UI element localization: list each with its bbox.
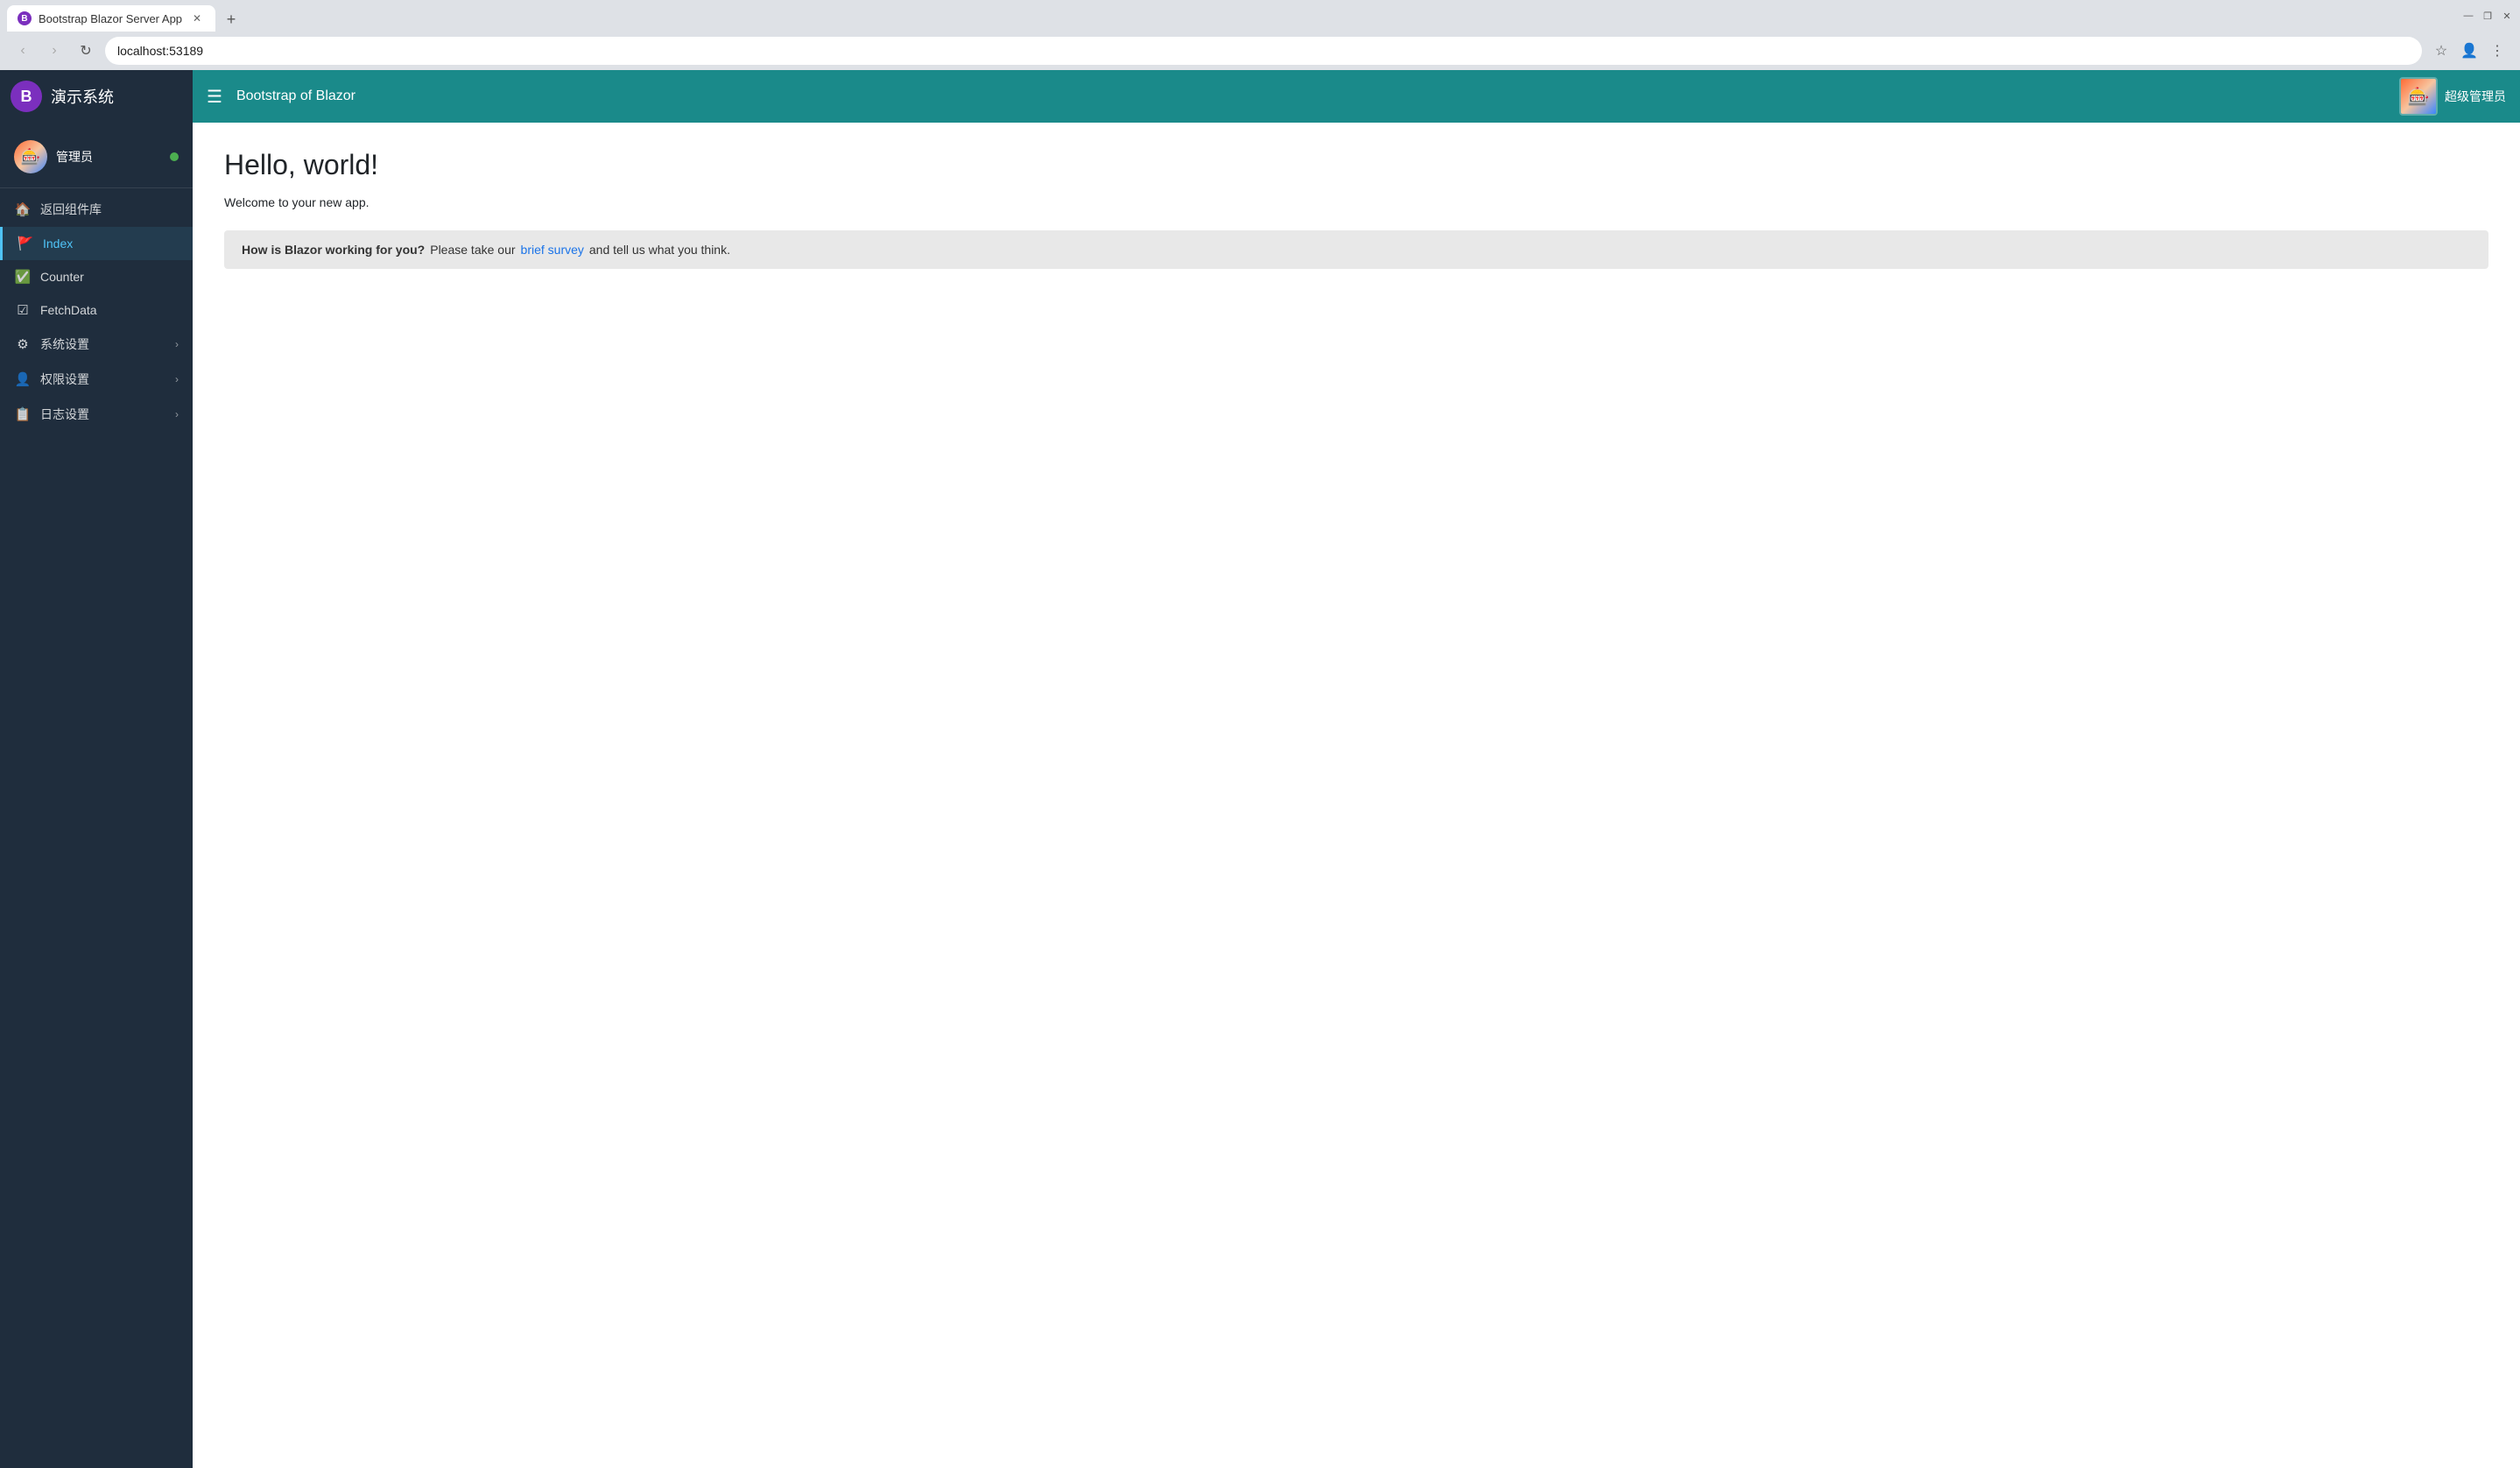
browser-tab-active[interactable]: B Bootstrap Blazor Server App ✕ xyxy=(7,5,215,32)
new-tab-button[interactable]: + xyxy=(219,7,243,32)
forward-button[interactable]: › xyxy=(42,39,67,63)
sidebar-item-counter[interactable]: ✅ Counter xyxy=(0,260,193,293)
log-icon: 📋 xyxy=(14,406,32,422)
browser-addressbar: ‹ › ↻ localhost:53189 ☆ 👤 ⋮ xyxy=(0,32,2520,70)
home-icon: 🏠 xyxy=(14,201,32,217)
user-icon: 👤 xyxy=(14,371,32,387)
address-text: localhost:53189 xyxy=(117,44,203,58)
sidebar-item-label: 系统设置 xyxy=(40,335,166,353)
app-header: B 演示系统 ☰ Bootstrap of Blazor 🎰 超级管理员 xyxy=(0,70,2520,123)
chevron-right-icon: › xyxy=(175,408,179,420)
header-title: Bootstrap of Blazor xyxy=(236,88,355,104)
reload-button[interactable]: ↻ xyxy=(74,39,98,63)
flag-icon: 🚩 xyxy=(17,236,34,251)
bookmark-button[interactable]: ☆ xyxy=(2429,39,2453,63)
header-avatar-img: 🎰 xyxy=(2401,79,2436,114)
close-button[interactable]: ✕ xyxy=(2501,10,2513,22)
alert-link[interactable]: brief survey xyxy=(521,243,584,257)
sidebar-status-dot xyxy=(170,152,179,161)
gear-icon: ⚙ xyxy=(14,336,32,352)
sidebar-item-system-settings[interactable]: ⚙ 系统设置 › xyxy=(0,327,193,362)
sidebar-item-fetchdata[interactable]: ☑ FetchData xyxy=(0,293,193,327)
check-icon: ✅ xyxy=(14,269,32,285)
alert-after-link: and tell us what you think. xyxy=(589,243,730,257)
sidebar-divider xyxy=(0,187,193,188)
content-area: Hello, world! Welcome to your new app. H… xyxy=(193,123,2520,1468)
brand-logo: B xyxy=(11,81,42,112)
app-wrapper: B 演示系统 ☰ Bootstrap of Blazor 🎰 超级管理员 🎰 xyxy=(0,70,2520,1468)
page-subtitle: Welcome to your new app. xyxy=(224,195,2488,209)
sidebar-item-label: FetchData xyxy=(40,303,179,317)
browser-titlebar: B Bootstrap Blazor Server App ✕ + — ❐ ✕ xyxy=(0,0,2520,32)
checkbox-icon: ☑ xyxy=(14,302,32,318)
browser-tabs: B Bootstrap Blazor Server App ✕ + xyxy=(7,0,243,32)
browser-chrome: B Bootstrap Blazor Server App ✕ + — ❐ ✕ … xyxy=(0,0,2520,70)
sidebar-item-log-settings[interactable]: 📋 日志设置 › xyxy=(0,397,193,432)
sidebar-item-index[interactable]: 🚩 Index xyxy=(0,227,193,260)
header-username: 超级管理员 xyxy=(2445,88,2506,105)
sidebar-item-label: 返回组件库 xyxy=(40,201,179,218)
maximize-button[interactable]: ❐ xyxy=(2481,10,2494,22)
address-bar[interactable]: localhost:53189 xyxy=(105,37,2422,65)
page-title: Hello, world! xyxy=(224,149,2488,181)
menu-button[interactable]: ⋮ xyxy=(2485,39,2509,63)
sidebar-user: 🎰 管理员 xyxy=(0,130,193,184)
tab-title: Bootstrap Blazor Server App xyxy=(39,12,182,25)
alert-box: How is Blazor working for you? Please ta… xyxy=(224,230,2488,269)
header-right: 🎰 超级管理员 xyxy=(2399,77,2520,116)
profile-button[interactable]: 👤 xyxy=(2457,39,2481,63)
minimize-button[interactable]: — xyxy=(2462,10,2474,22)
sidebar-username: 管理员 xyxy=(56,148,93,166)
app-main: 🎰 管理员 🏠 返回组件库 🚩 Index ✅ Counter ☑ Fe xyxy=(0,123,2520,1468)
header-avatar[interactable]: 🎰 xyxy=(2399,77,2438,116)
sidebar-toggle-button[interactable]: ☰ xyxy=(193,86,236,108)
sidebar-item-back[interactable]: 🏠 返回组件库 xyxy=(0,192,193,227)
browser-actions: ☆ 👤 ⋮ xyxy=(2429,39,2509,63)
chevron-right-icon: › xyxy=(175,373,179,385)
tab-close-button[interactable]: ✕ xyxy=(189,11,205,26)
brand-name: 演示系统 xyxy=(51,85,114,108)
sidebar-item-permissions[interactable]: 👤 权限设置 › xyxy=(0,362,193,397)
sidebar-item-label: Index xyxy=(43,236,179,251)
sidebar-item-label: Counter xyxy=(40,270,179,284)
tab-favicon-icon: B xyxy=(18,11,32,25)
alert-bold-text: How is Blazor working for you? xyxy=(242,243,425,257)
sidebar-item-label: 权限设置 xyxy=(40,371,166,388)
back-button[interactable]: ‹ xyxy=(11,39,35,63)
chevron-right-icon: › xyxy=(175,338,179,350)
header-brand: B 演示系统 xyxy=(0,70,193,123)
alert-text: Please take our xyxy=(430,243,515,257)
sidebar-avatar: 🎰 xyxy=(14,140,47,173)
sidebar-item-label: 日志设置 xyxy=(40,406,166,423)
sidebar: 🎰 管理员 🏠 返回组件库 🚩 Index ✅ Counter ☑ Fe xyxy=(0,123,193,1468)
window-controls: — ❐ ✕ xyxy=(2462,10,2513,22)
